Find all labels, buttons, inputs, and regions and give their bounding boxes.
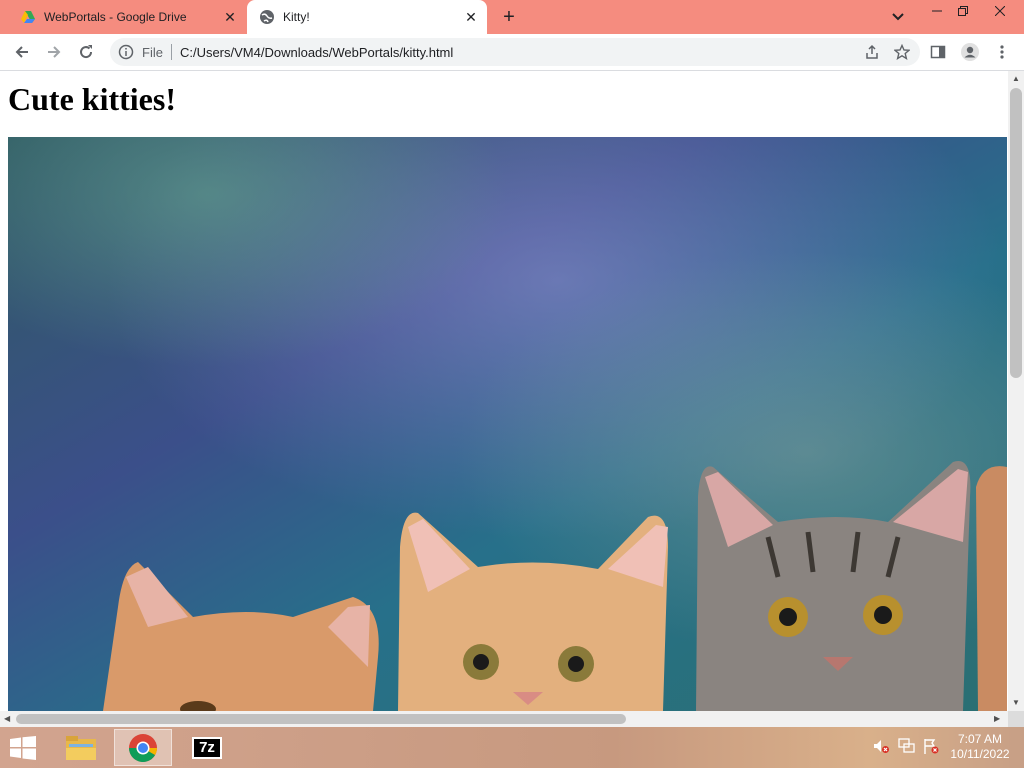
7zip-icon: 7z — [192, 736, 222, 759]
restore-button[interactable] — [948, 0, 978, 22]
scrollbar-corner — [1008, 711, 1024, 727]
tab-kitty[interactable]: Kitty! ✕ — [247, 0, 487, 34]
horizontal-scroll-thumb[interactable] — [16, 714, 626, 724]
scroll-down-icon[interactable]: ▼ — [1012, 698, 1020, 707]
action-center-flag-icon[interactable] — [922, 737, 940, 755]
reload-button[interactable] — [74, 40, 98, 64]
folder-icon — [66, 735, 96, 760]
tab-title: Kitty! — [283, 10, 310, 24]
forward-arrow-icon — [48, 46, 61, 58]
profile-button[interactable] — [958, 40, 982, 64]
windows-logo-icon — [10, 735, 36, 760]
bookmark-star-icon[interactable] — [890, 40, 914, 64]
scroll-right-icon[interactable]: ▶ — [994, 714, 1000, 723]
new-tab-button[interactable]: + — [498, 6, 520, 28]
vertical-scrollbar[interactable]: ▲ ▼ — [1008, 71, 1024, 711]
info-icon[interactable] — [118, 44, 134, 60]
scroll-left-icon[interactable]: ◀ — [4, 714, 10, 723]
start-button[interactable] — [0, 729, 46, 766]
vertical-scroll-thumb[interactable] — [1010, 88, 1022, 378]
horizontal-scrollbar[interactable]: ◀ ▶ — [0, 711, 1008, 727]
avatar-icon — [961, 43, 979, 61]
side-panel-icon — [930, 45, 946, 59]
web-page: Cute kitties! — [0, 71, 1008, 711]
back-arrow-icon — [15, 46, 28, 58]
tab-google-drive[interactable]: WebPortals - Google Drive ✕ — [8, 0, 246, 34]
chrome-icon — [129, 733, 157, 762]
scroll-up-icon[interactable]: ▲ — [1012, 74, 1020, 83]
network-icon[interactable] — [898, 737, 916, 755]
chrome-taskbar-button[interactable] — [114, 729, 172, 766]
close-icon — [995, 6, 1005, 16]
7zip-taskbar-button[interactable]: 7z — [178, 729, 236, 766]
google-drive-icon — [21, 11, 35, 23]
browser-toolbar: File C:/Users/VM4/Downloads/WebPortals/k… — [0, 34, 1024, 71]
kebab-menu-icon — [1000, 45, 1004, 59]
share-icon[interactable] — [860, 40, 884, 64]
tab-close-icon[interactable]: ✕ — [461, 7, 481, 27]
tab-strip: WebPortals - Google Drive ✕ Kitty! ✕ + — [0, 0, 1024, 34]
taskbar: 7z 7:07 AM 10/11/2022 — [0, 727, 1024, 768]
tab-close-icon[interactable]: ✕ — [220, 7, 240, 27]
back-button[interactable] — [10, 40, 34, 64]
clock-time: 7:07 AM — [957, 732, 1003, 746]
7zip-label: 7z — [199, 739, 215, 756]
restore-icon — [958, 6, 968, 16]
menu-button[interactable] — [990, 40, 1014, 64]
clock-date: 10/11/2022 — [950, 747, 1010, 761]
reload-icon — [80, 45, 93, 59]
scheme-label: File — [142, 44, 163, 60]
url-text[interactable]: C:/Users/VM4/Downloads/WebPortals/kitty.… — [180, 45, 860, 60]
tab-title: WebPortals - Google Drive — [44, 10, 187, 24]
speaker-muted-icon[interactable] — [872, 737, 890, 755]
kittens-image — [8, 137, 1007, 711]
address-bar[interactable]: File C:/Users/VM4/Downloads/WebPortals/k… — [110, 38, 920, 66]
close-window-button[interactable] — [976, 0, 1024, 22]
divider — [170, 44, 172, 60]
tab-search-icon[interactable] — [888, 8, 908, 26]
file-explorer-button[interactable] — [58, 729, 104, 766]
minimize-icon — [932, 10, 942, 12]
side-panel-button[interactable] — [926, 40, 950, 64]
globe-icon — [260, 10, 274, 24]
forward-button[interactable] — [42, 40, 66, 64]
page-heading: Cute kitties! — [8, 81, 176, 117]
system-clock[interactable]: 7:07 AM 10/11/2022 — [940, 732, 1020, 762]
